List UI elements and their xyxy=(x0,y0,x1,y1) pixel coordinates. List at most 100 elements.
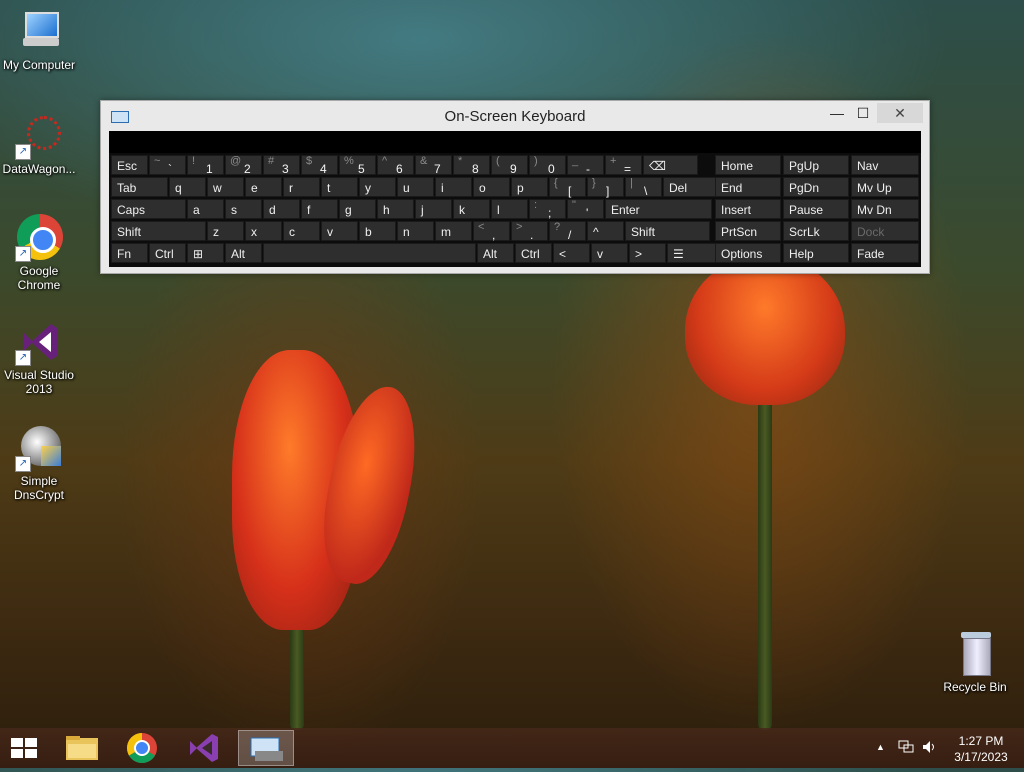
osk-key[interactable]: i xyxy=(435,177,472,197)
osk-key[interactable]: x xyxy=(245,221,282,241)
osk-nav-key[interactable]: Home xyxy=(715,155,781,175)
osk-key[interactable]: s xyxy=(225,199,262,219)
osk-key[interactable]: $4 xyxy=(301,155,338,176)
osk-key[interactable]: * 8 xyxy=(453,155,490,176)
osk-key[interactable]: Shift xyxy=(625,221,710,241)
osk-key[interactable]: Ctrl xyxy=(515,243,552,263)
osk-title-bar[interactable]: On-Screen Keyboard — ☐ ✕ xyxy=(101,101,929,131)
osk-nav-key[interactable]: Options xyxy=(715,243,781,263)
osk-key[interactable]: " ' xyxy=(567,199,604,220)
osk-nav-key[interactable]: PgUp xyxy=(783,155,849,175)
osk-key[interactable]: h xyxy=(377,199,414,219)
osk-key[interactable]: + = xyxy=(605,155,642,176)
osk-key[interactable]: z xyxy=(207,221,244,241)
osk-key[interactable]: ? / xyxy=(549,221,586,242)
osk-key[interactable]: ^ xyxy=(587,221,624,241)
osk-key[interactable]: f xyxy=(301,199,338,219)
osk-key[interactable]: (9 xyxy=(491,155,528,176)
osk-nav-key[interactable]: Mv Dn xyxy=(851,199,919,219)
osk-key[interactable]: Alt xyxy=(477,243,514,263)
osk-key[interactable]: o xyxy=(473,177,510,197)
osk-key[interactable]: Fn xyxy=(111,243,148,263)
osk-key[interactable]: #3 xyxy=(263,155,300,176)
osk-key[interactable]: a xyxy=(187,199,224,219)
osk-key[interactable]: @2 xyxy=(225,155,262,176)
osk-key[interactable]: ) 0 xyxy=(529,155,566,176)
taskbar-visual-studio[interactable] xyxy=(176,730,232,766)
osk-key[interactable]: ! 1 xyxy=(187,155,224,176)
osk-key[interactable]: v xyxy=(321,221,358,241)
osk-nav-key[interactable]: Fade xyxy=(851,243,919,263)
osk-window[interactable]: On-Screen Keyboard — ☐ ✕ Esc ~ `! 1 @2 #3 $4% 5… xyxy=(100,100,930,274)
maximize-button[interactable]: ☐ xyxy=(849,103,877,123)
osk-key[interactable]: r xyxy=(283,177,320,197)
osk-key[interactable]: Ctrl xyxy=(149,243,186,263)
osk-key[interactable]: {[ xyxy=(549,177,586,198)
osk-nav-key[interactable]: Mv Up xyxy=(851,177,919,197)
osk-key[interactable]: u xyxy=(397,177,434,197)
osk-key[interactable]: <, xyxy=(473,221,510,242)
osk-nav-key[interactable]: Dock xyxy=(851,221,919,241)
osk-nav-key[interactable]: Nav xyxy=(851,155,919,175)
osk-key[interactable]: n xyxy=(397,221,434,241)
osk-nav-key[interactable]: Pause xyxy=(783,199,849,219)
desktop-icon-recycle-bin[interactable]: Recycle Bin xyxy=(937,630,1013,694)
osk-key[interactable]: ~ ` xyxy=(149,155,186,176)
osk-key[interactable]: p xyxy=(511,177,548,197)
osk-nav-key[interactable]: PrtScn xyxy=(715,221,781,241)
osk-key[interactable]: g xyxy=(339,199,376,219)
osk-key[interactable]: & 7 xyxy=(415,155,452,176)
osk-key[interactable]: m xyxy=(435,221,472,241)
desktop-icon-visual-studio[interactable]: ↗ Visual Studio 2013 xyxy=(1,318,77,396)
osk-key[interactable]: ☰ xyxy=(667,243,718,263)
osk-key[interactable]: t xyxy=(321,177,358,197)
taskbar-file-explorer[interactable] xyxy=(54,730,110,766)
osk-key[interactable]: Tab xyxy=(111,177,168,197)
osk-key[interactable]: v xyxy=(591,243,628,263)
osk-key[interactable]: w xyxy=(207,177,244,197)
osk-key[interactable]: e xyxy=(245,177,282,197)
close-button[interactable]: ✕ xyxy=(877,103,923,123)
osk-key[interactable]: Enter xyxy=(605,199,712,219)
taskbar-google-chrome[interactable] xyxy=(114,730,170,766)
osk-key[interactable]: | \ xyxy=(625,177,662,198)
osk-key[interactable]: l xyxy=(491,199,528,219)
osk-key[interactable]: }] xyxy=(587,177,624,198)
tray-show-hidden-icon[interactable]: ▲ xyxy=(876,742,885,752)
osk-key[interactable]: Alt xyxy=(225,243,262,263)
osk-key[interactable]: q xyxy=(169,177,206,197)
osk-nav-key[interactable]: Help xyxy=(783,243,849,263)
osk-key[interactable]: ^ 6 xyxy=(377,155,414,176)
volume-icon[interactable] xyxy=(922,740,938,754)
osk-key[interactable]: >. xyxy=(511,221,548,242)
osk-key[interactable]: c xyxy=(283,221,320,241)
osk-key[interactable]: ⊞ xyxy=(187,243,224,263)
osk-key[interactable]: _ - xyxy=(567,155,604,176)
osk-key[interactable]: Shift xyxy=(111,221,206,241)
osk-key[interactable]: Esc xyxy=(111,155,148,175)
osk-nav-key[interactable]: End xyxy=(715,177,781,197)
taskbar-on-screen-keyboard[interactable] xyxy=(238,730,294,766)
osk-key[interactable]: j xyxy=(415,199,452,219)
osk-key[interactable]: k xyxy=(453,199,490,219)
osk-key[interactable]: y xyxy=(359,177,396,197)
osk-key[interactable]: :; xyxy=(529,199,566,220)
osk-key[interactable]: d xyxy=(263,199,300,219)
desktop-icon-my-computer[interactable]: My Computer xyxy=(1,8,77,72)
clock[interactable]: 1:27 PM 3/17/2023 xyxy=(948,734,1014,764)
start-button[interactable] xyxy=(0,730,48,766)
osk-nav-key[interactable]: PgDn xyxy=(783,177,849,197)
osk-key[interactable]: ⌫ xyxy=(643,155,698,175)
osk-key[interactable]: % 5 xyxy=(339,155,376,176)
osk-nav-key[interactable]: ScrLk xyxy=(783,221,849,241)
desktop-icon-google-chrome[interactable]: ↗ Google Chrome xyxy=(1,214,77,292)
desktop-icon-datawagon[interactable]: ↗ DataWagon... xyxy=(1,112,77,176)
desktop-icon-simple-dnscrypt[interactable]: ↗ Simple DnsCrypt xyxy=(1,424,77,502)
osk-nav-key[interactable]: Insert xyxy=(715,199,781,219)
network-icon[interactable] xyxy=(898,740,914,754)
osk-key[interactable]: Caps xyxy=(111,199,186,219)
osk-key[interactable]: < xyxy=(553,243,590,263)
osk-key[interactable]: Del xyxy=(663,177,718,197)
osk-key[interactable]: > xyxy=(629,243,666,263)
osk-key[interactable] xyxy=(263,243,476,263)
